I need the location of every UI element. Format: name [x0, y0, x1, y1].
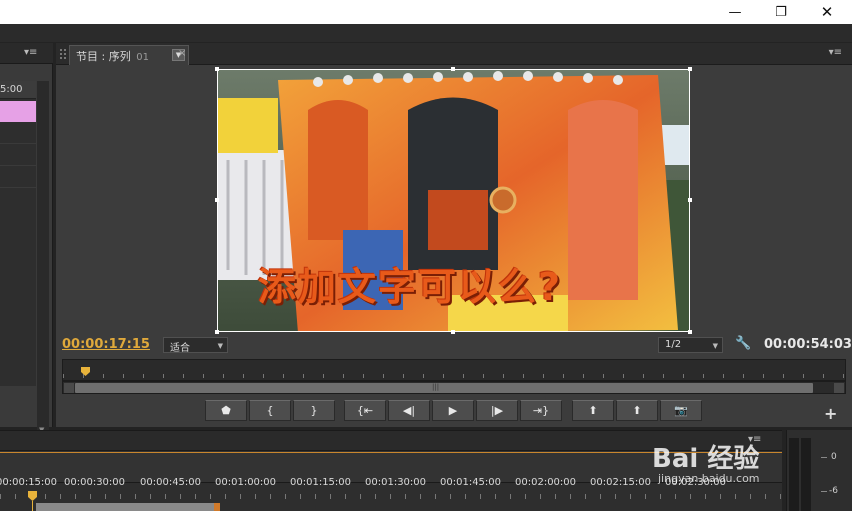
- transform-handle[interactable]: [688, 198, 692, 202]
- tab-close-icon[interactable]: ×: [178, 48, 186, 59]
- timeline-clip-end[interactable]: [214, 503, 220, 511]
- lift-button[interactable]: ⬆: [572, 400, 614, 421]
- meter-tick: [821, 491, 827, 492]
- mark-in-button[interactable]: {: [249, 400, 291, 421]
- left-panel: ▾≡ 5:00 ▼: [0, 43, 53, 436]
- transform-handle[interactable]: [451, 330, 455, 334]
- zoom-select[interactable]: 适合 ▼: [163, 337, 228, 354]
- close-button[interactable]: ✕: [804, 0, 850, 24]
- ruler-label: 00:00:30:00: [64, 477, 126, 488]
- duration-timecode: 00:00:54:03: [764, 337, 852, 352]
- ruler-label: 00:01:00:00: [215, 477, 277, 488]
- ruler-label: 00:02:00:00: [515, 477, 577, 488]
- monitor-time-ruler[interactable]: [62, 359, 847, 381]
- zoom-select-value: 适合: [170, 343, 190, 354]
- program-monitor: 节目 : 序列 01 ▼ × ▾≡ 添加文字可以么? 00:00:17:15 适…: [56, 43, 852, 427]
- tab-program[interactable]: 节目 : 序列 01 ▼: [69, 45, 189, 65]
- list-item[interactable]: [0, 123, 36, 144]
- panel-menu-icon[interactable]: ▾≡: [829, 47, 842, 58]
- ruler-label: 00:01:15:00: [290, 477, 352, 488]
- monitor-zoom-scrollbar[interactable]: |||: [62, 381, 846, 394]
- transform-handle[interactable]: [215, 67, 219, 71]
- list-item[interactable]: [0, 145, 36, 166]
- tab-sequence-number: 01: [136, 52, 149, 63]
- window-titlebar: — ❐ ✕: [0, 0, 852, 24]
- monitor-tabbar: 节目 : 序列 01 ▼ × ▾≡: [56, 43, 852, 65]
- scroll-end-left[interactable]: [64, 383, 74, 393]
- wrench-icon[interactable]: 🔧: [735, 336, 751, 351]
- export-frame-button[interactable]: 📷: [660, 400, 702, 421]
- ruler-ticks: [63, 374, 847, 378]
- add-button[interactable]: +: [824, 404, 837, 423]
- video-frame[interactable]: 添加文字可以么?: [217, 69, 690, 332]
- transform-handle[interactable]: [215, 330, 219, 334]
- current-timecode[interactable]: 00:00:17:15: [62, 337, 150, 352]
- ruler-label: 00:02:15:00: [590, 477, 652, 488]
- chevron-down-icon: ▼: [712, 342, 718, 350]
- list-item-selected[interactable]: [0, 101, 36, 122]
- add-marker-button[interactable]: ⬟: [205, 400, 247, 421]
- ruler-label: 00:01:30:00: [365, 477, 427, 488]
- watermark-logo-text: Bai 经验: [652, 444, 760, 474]
- timeline-ticks: [0, 494, 782, 499]
- ruler-label: 00:00:15:00: [0, 477, 58, 488]
- step-back-button[interactable]: ◀|: [388, 400, 430, 421]
- left-list: 5:00: [0, 81, 36, 386]
- ruler-label: 00:00:45:00: [140, 477, 202, 488]
- chevron-down-icon: ▼: [217, 342, 223, 350]
- transform-handle[interactable]: [688, 67, 692, 71]
- transform-handle[interactable]: [688, 330, 692, 334]
- transform-handle[interactable]: [215, 198, 219, 202]
- go-to-out-button[interactable]: ⇥}: [520, 400, 562, 421]
- list-item[interactable]: [0, 167, 36, 188]
- ruler-label: 00:01:45:00: [440, 477, 502, 488]
- step-forward-button[interactable]: |▶: [476, 400, 518, 421]
- mark-out-button[interactable]: }: [293, 400, 335, 421]
- playback-resolution-select[interactable]: 1/2 ▼: [658, 337, 723, 353]
- video-caption-text: 添加文字可以么?: [258, 265, 563, 309]
- play-button[interactable]: ▶: [432, 400, 474, 421]
- extract-button[interactable]: ⬆: [616, 400, 658, 421]
- panel-grip-icon[interactable]: [60, 49, 66, 59]
- go-to-in-button[interactable]: {⇤: [344, 400, 386, 421]
- scroll-grip-icon: |||: [432, 383, 440, 391]
- watermark-url: jingyan.baidu.com: [658, 472, 760, 485]
- meter-label-0: 0: [831, 452, 837, 462]
- left-panel-tabbar: ▾≡: [0, 43, 53, 64]
- timeline-playhead-line: [32, 501, 33, 511]
- maximize-button[interactable]: ❐: [758, 0, 804, 24]
- tab-program-label: 节目 : 序列: [76, 50, 131, 63]
- scroll-thumb[interactable]: [75, 383, 813, 393]
- workspace-gap: [0, 24, 852, 42]
- resolution-select-value: 1/2: [665, 339, 682, 350]
- meter-label-minus6: -6: [829, 486, 838, 496]
- timeline-playhead-icon[interactable]: [28, 491, 37, 501]
- left-list-header: 5:00: [0, 81, 36, 99]
- meter-tick: [821, 457, 827, 458]
- minimize-button[interactable]: —: [712, 0, 758, 24]
- panel-menu-icon[interactable]: ▾≡: [24, 47, 37, 58]
- transform-handle[interactable]: [451, 67, 455, 71]
- timeline-clip[interactable]: [36, 503, 218, 511]
- left-scrollbar[interactable]: ▼: [37, 81, 49, 436]
- watermark: Bai 经验 jingyan.baidu.com: [652, 432, 812, 487]
- scroll-end-right[interactable]: [834, 383, 844, 393]
